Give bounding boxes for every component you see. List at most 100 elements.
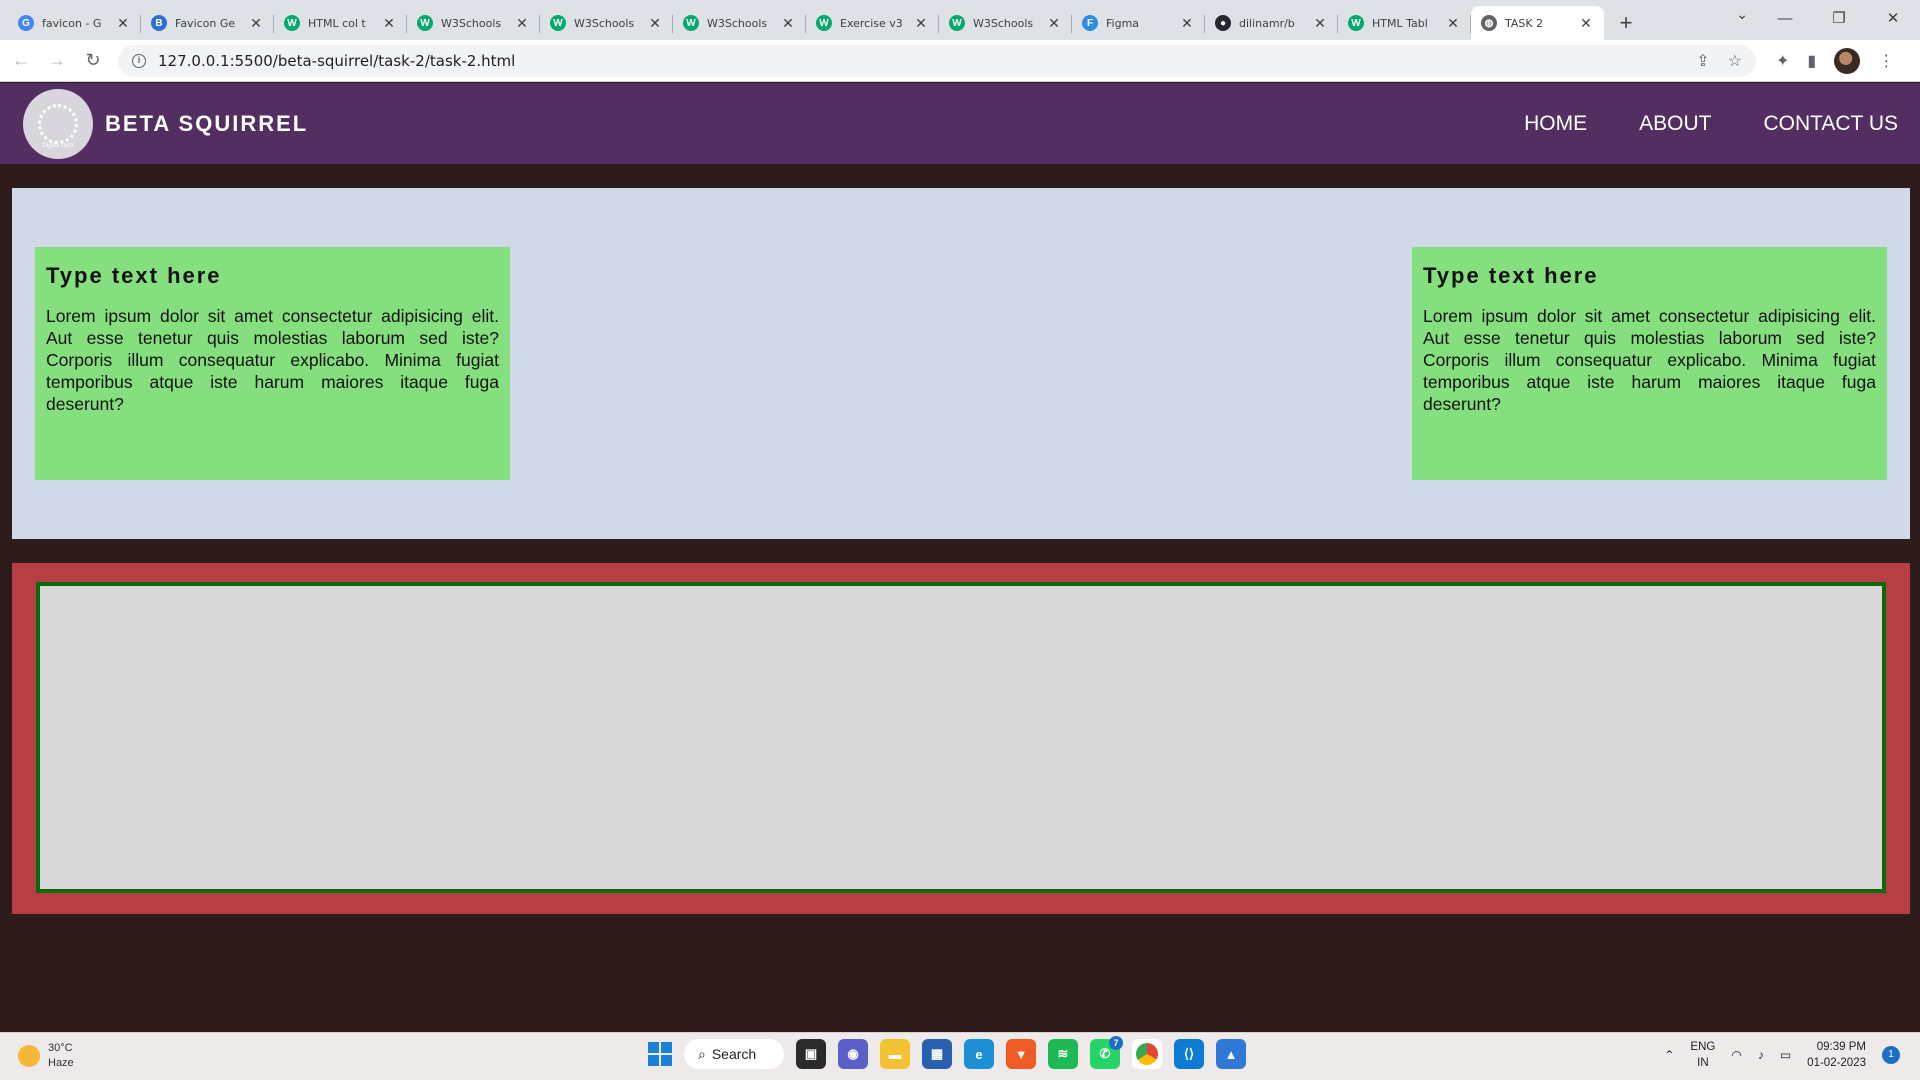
- wifi-icon[interactable]: ◠: [1731, 1048, 1741, 1062]
- forward-arrow-icon[interactable]: →: [42, 50, 72, 71]
- taskbar-search[interactable]: ⌕ Search: [684, 1039, 784, 1069]
- language-code: ENG: [1690, 1041, 1716, 1053]
- figma-icon: F: [1082, 15, 1098, 31]
- w3schools-icon: W: [816, 15, 832, 31]
- close-window-button[interactable]: ✕: [1866, 0, 1920, 36]
- task-view-icon[interactable]: ▣: [796, 1039, 826, 1069]
- taskbar-apps: ⌕ Search ▣ ◉ ▬ ▦ e ▼ ≋ ✆ 7 ⟨⟩ ▲: [648, 1036, 1246, 1069]
- w3schools-icon: W: [949, 15, 965, 31]
- nav-link-about[interactable]: ABOUT: [1639, 112, 1711, 136]
- new-tab-button[interactable]: +: [1610, 6, 1642, 40]
- browser-tab[interactable]: W W3Schools ✕: [939, 6, 1072, 40]
- tab-close-icon[interactable]: ✕: [1046, 15, 1062, 32]
- system-tray: ⌃ ENG IN ◠ ♪ ▭ 09:39 PM 01-02-2023 1: [1664, 1039, 1900, 1071]
- tab-close-icon[interactable]: ✕: [647, 15, 663, 32]
- tab-close-icon[interactable]: ✕: [1179, 15, 1195, 32]
- notification-badge[interactable]: 1: [1882, 1046, 1900, 1064]
- text-card-right: Type text here Lorem ipsum dolor sit ame…: [1412, 247, 1887, 480]
- browser-tab[interactable]: W W3Schools ✕: [673, 6, 806, 40]
- spotify-icon[interactable]: ≋: [1048, 1039, 1078, 1069]
- browser-tab[interactable]: F Figma ✕: [1072, 6, 1205, 40]
- card-title: Type text here: [1423, 263, 1599, 288]
- tab-title: Figma: [1106, 16, 1140, 30]
- w3schools-icon: W: [1348, 15, 1364, 31]
- tab-title: W3Schools: [707, 16, 768, 30]
- minimize-button[interactable]: —: [1758, 0, 1812, 36]
- site-info-icon[interactable]: i: [132, 53, 146, 68]
- windows-start-icon[interactable]: [648, 1042, 672, 1066]
- browser-tab[interactable]: ◍ TASK 2 ✕: [1471, 6, 1604, 40]
- tab-title: Exercise v3: [840, 16, 903, 30]
- share-icon[interactable]: ⇪: [1696, 51, 1709, 71]
- tab-title: W3Schools: [973, 16, 1034, 30]
- browser-tab-strip: Gfavicon - G ✕ B Favicon Ge ✕ W HTML col t ✕ W W3…: [0, 0, 1920, 40]
- tab-close-icon[interactable]: ✕: [1445, 15, 1461, 32]
- favicon-generator-icon: B: [151, 15, 167, 31]
- show-hidden-icons-chevron[interactable]: ⌃: [1664, 1048, 1674, 1062]
- text-card-left: Type text here Lorem ipsum dolor sit ame…: [35, 247, 510, 480]
- logo-mark-icon: [38, 103, 78, 144]
- reload-icon[interactable]: ↻: [78, 50, 108, 71]
- site-header: Digital Tech BETA SQUIRREL HOME ABOUT CO…: [0, 83, 1920, 164]
- tab-close-icon[interactable]: ✕: [913, 15, 929, 32]
- browser-tab[interactable]: ● dilinamr/b ✕: [1205, 6, 1338, 40]
- nav-link-contact[interactable]: CONTACT US: [1763, 112, 1898, 136]
- browser-tab[interactable]: W Exercise v3 ✕: [806, 6, 939, 40]
- back-arrow-icon[interactable]: ←: [6, 50, 36, 71]
- site-logo[interactable]: Digital Tech: [23, 88, 93, 159]
- brave-browser-icon[interactable]: ▼: [1006, 1039, 1036, 1069]
- weather-description: Haze: [48, 1057, 74, 1069]
- volume-icon[interactable]: ♪: [1758, 1048, 1764, 1062]
- tab-title: favicon - G: [42, 16, 102, 30]
- haze-sun-icon: [18, 1045, 40, 1067]
- tab-close-icon[interactable]: ✕: [248, 15, 264, 32]
- clock[interactable]: 09:39 PM 01-02-2023: [1807, 1039, 1866, 1071]
- teams-chat-icon[interactable]: ◉: [838, 1039, 868, 1069]
- tab-close-icon[interactable]: ✕: [780, 15, 796, 32]
- bookmark-star-icon[interactable]: ☆: [1728, 51, 1742, 71]
- window-controls: — ❐ ✕: [1758, 0, 1920, 36]
- weather-widget[interactable]: 30°C Haze: [18, 1041, 74, 1071]
- profile-avatar[interactable]: [1834, 47, 1861, 74]
- logo-text: Digital Tech: [42, 142, 74, 149]
- tab-close-icon[interactable]: ✕: [381, 15, 397, 32]
- chrome-icon[interactable]: [1132, 1039, 1162, 1069]
- tab-close-icon[interactable]: ✕: [1578, 15, 1594, 32]
- tab-close-icon[interactable]: ✕: [514, 15, 530, 32]
- restore-button[interactable]: ❐: [1812, 0, 1866, 36]
- browser-tab[interactable]: W W3Schools ✕: [540, 6, 673, 40]
- search-icon: ⌕: [698, 1045, 706, 1062]
- bordered-content-box: [36, 582, 1886, 893]
- nav-link-home[interactable]: HOME: [1524, 112, 1587, 136]
- browser-tab[interactable]: W HTML col t ✕: [274, 6, 407, 40]
- web-page: Digital Tech BETA SQUIRREL HOME ABOUT CO…: [0, 83, 1920, 1032]
- microsoft-store-icon[interactable]: ▦: [922, 1039, 952, 1069]
- browser-tab[interactable]: W W3Schools ✕: [407, 6, 540, 40]
- browser-tab[interactable]: Gfavicon - G ✕: [8, 6, 141, 40]
- w3schools-icon: W: [417, 15, 433, 31]
- tab-close-icon[interactable]: ✕: [1312, 15, 1328, 32]
- side-panel-icon[interactable]: ▮: [1807, 51, 1816, 71]
- tab-search-chevron-icon[interactable]: ⌄: [1736, 6, 1748, 23]
- tab-title: dilinamr/b: [1239, 16, 1295, 30]
- browser-tab[interactable]: B Favicon Ge ✕: [141, 6, 274, 40]
- edge-browser-icon[interactable]: e: [964, 1039, 994, 1069]
- tab-close-icon[interactable]: ✕: [115, 15, 131, 32]
- w3schools-icon: W: [683, 15, 699, 31]
- card-body: Lorem ipsum dolor sit amet consectetur a…: [46, 306, 499, 414]
- url-text[interactable]: 127.0.0.1:5500/beta-squirrel/task-2/task…: [158, 52, 515, 70]
- tab-title: TASK 2: [1505, 16, 1544, 30]
- language-indicator[interactable]: ENG IN: [1690, 1039, 1715, 1071]
- file-explorer-icon[interactable]: ▬: [880, 1039, 910, 1069]
- battery-icon[interactable]: ▭: [1780, 1048, 1791, 1062]
- tab-title: W3Schools: [574, 16, 635, 30]
- photos-icon[interactable]: ▲: [1216, 1039, 1246, 1069]
- vscode-icon[interactable]: ⟨⟩: [1174, 1039, 1204, 1069]
- browser-tab[interactable]: W HTML Tabl ✕: [1338, 6, 1471, 40]
- browser-toolbar: ← → ↻ i 127.0.0.1:5500/beta-squirrel/tas…: [0, 40, 1920, 82]
- menu-kebab-icon[interactable]: ⋮: [1878, 51, 1894, 71]
- address-bar[interactable]: i 127.0.0.1:5500/beta-squirrel/task-2/ta…: [118, 44, 1756, 77]
- github-icon: ●: [1215, 15, 1231, 31]
- extensions-puzzle-icon[interactable]: ✦: [1776, 51, 1789, 71]
- whatsapp-icon[interactable]: ✆ 7: [1090, 1036, 1123, 1069]
